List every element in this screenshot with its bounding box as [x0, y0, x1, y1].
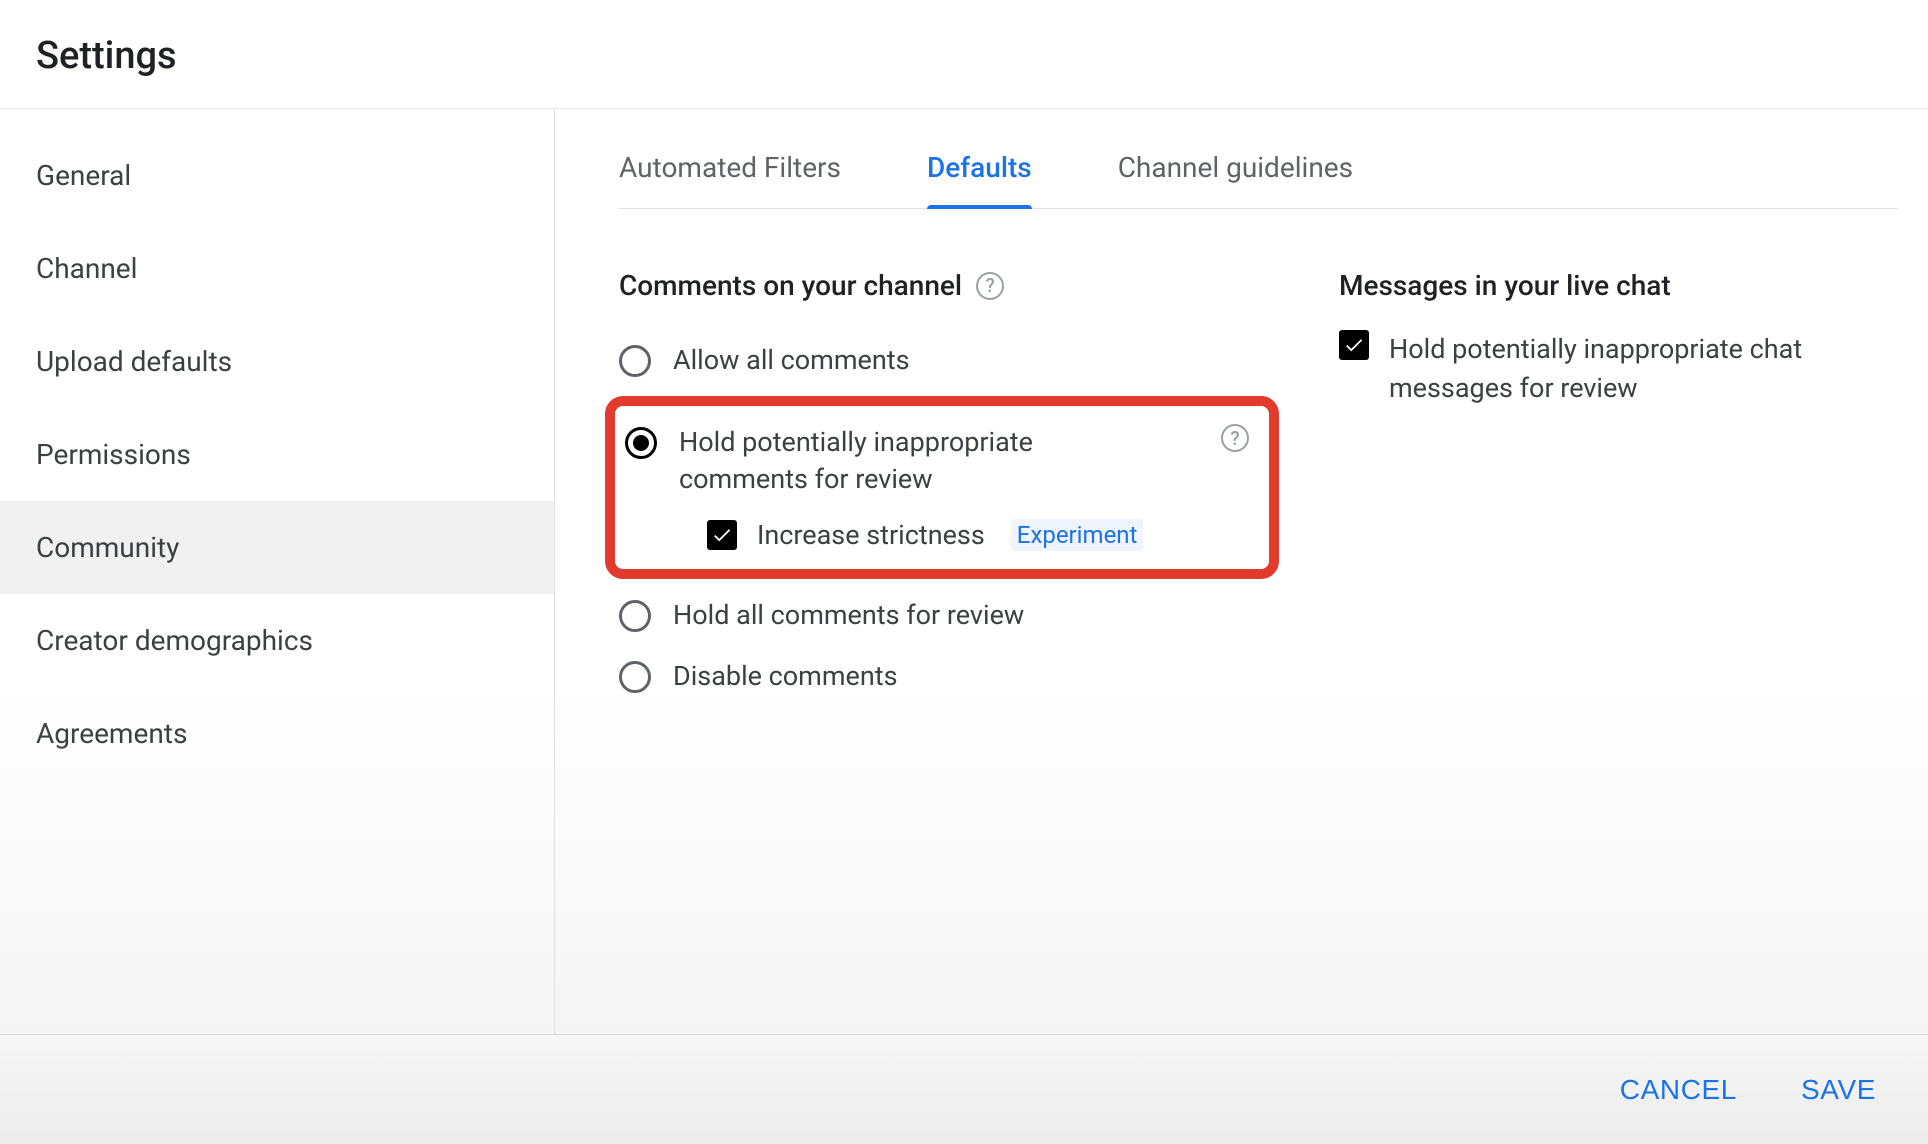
sidebar-item-general[interactable]: General [0, 129, 554, 222]
settings-content: Automated Filters Defaults Channel guide… [555, 109, 1928, 1034]
comments-section-title: Comments on your channel ? [619, 269, 1279, 302]
livechat-column: Messages in your live chat Hold potentia… [1339, 269, 1898, 706]
page-title: Settings [36, 34, 1928, 78]
help-icon[interactable]: ? [1221, 424, 1249, 452]
sidebar-item-label: General [36, 159, 131, 192]
dialog-body: General Channel Upload defaults Permissi… [0, 109, 1928, 1034]
tab-bar: Automated Filters Defaults Channel guide… [619, 109, 1898, 209]
radio-icon[interactable] [619, 661, 651, 693]
tab-defaults[interactable]: Defaults [927, 151, 1032, 208]
check-icon [1343, 334, 1365, 356]
sidebar-item-label: Agreements [36, 717, 187, 750]
sidebar-item-label: Creator demographics [36, 624, 313, 657]
tab-channel-guidelines[interactable]: Channel guidelines [1118, 151, 1353, 208]
tab-label: Automated Filters [619, 151, 841, 184]
checkbox-increase-strictness[interactable] [707, 520, 737, 550]
tab-automated-filters[interactable]: Automated Filters [619, 151, 841, 208]
settings-dialog: Settings General Channel Upload defaults… [0, 0, 1928, 1144]
livechat-section-title: Messages in your live chat [1339, 269, 1898, 302]
sidebar-item-upload-defaults[interactable]: Upload defaults [0, 315, 554, 408]
radio-disable-comments[interactable]: Disable comments [619, 646, 1279, 706]
annotation-highlight-box: Hold potentially inappropriate comments … [605, 396, 1279, 579]
cancel-button[interactable]: CANCEL [1616, 1066, 1741, 1114]
radio-label: Allow all comments [673, 342, 910, 378]
radio-hold-all-comments[interactable]: Hold all comments for review [619, 585, 1279, 645]
defaults-panel: Comments on your channel ? Allow all com… [619, 209, 1898, 706]
comments-column: Comments on your channel ? Allow all com… [619, 269, 1279, 706]
radio-allow-all-comments[interactable]: Allow all comments [619, 330, 1279, 390]
radio-hold-inappropriate[interactable]: Hold potentially inappropriate comments … [625, 424, 1249, 497]
radio-icon[interactable] [619, 600, 651, 632]
section-title-text: Messages in your live chat [1339, 269, 1671, 302]
experiment-badge: Experiment [1011, 519, 1144, 551]
sidebar-item-channel[interactable]: Channel [0, 222, 554, 315]
checkbox-label: Hold potentially inappropriate chat mess… [1389, 330, 1898, 408]
checkbox-increase-strictness-row[interactable]: Increase strictness Experiment [625, 497, 1249, 557]
help-icon[interactable]: ? [976, 272, 1004, 300]
radio-label: Hold potentially inappropriate comments … [679, 424, 1099, 497]
radio-label: Hold all comments for review [673, 597, 1024, 633]
sidebar-item-permissions[interactable]: Permissions [0, 408, 554, 501]
checkbox-label: Increase strictness [757, 519, 985, 551]
check-icon [711, 524, 733, 546]
sidebar-item-community[interactable]: Community [0, 501, 554, 594]
radio-label: Disable comments [673, 658, 898, 694]
sidebar-item-label: Channel [36, 252, 137, 285]
tab-label: Defaults [927, 151, 1032, 184]
sidebar-item-label: Permissions [36, 438, 191, 471]
settings-sidebar: General Channel Upload defaults Permissi… [0, 109, 555, 1034]
dialog-footer: CANCEL SAVE [0, 1034, 1928, 1144]
radio-icon[interactable] [619, 345, 651, 377]
dialog-header: Settings [0, 0, 1928, 109]
radio-icon[interactable] [625, 427, 657, 459]
section-title-text: Comments on your channel [619, 269, 962, 302]
tab-label: Channel guidelines [1118, 151, 1353, 184]
sidebar-item-creator-demographics[interactable]: Creator demographics [0, 594, 554, 687]
sidebar-item-label: Community [36, 531, 179, 564]
sidebar-item-label: Upload defaults [36, 345, 232, 378]
save-button[interactable]: SAVE [1797, 1066, 1880, 1114]
sidebar-item-agreements[interactable]: Agreements [0, 687, 554, 780]
checkbox-hold-chat-row[interactable]: Hold potentially inappropriate chat mess… [1339, 330, 1898, 408]
checkbox-hold-chat[interactable] [1339, 330, 1369, 360]
